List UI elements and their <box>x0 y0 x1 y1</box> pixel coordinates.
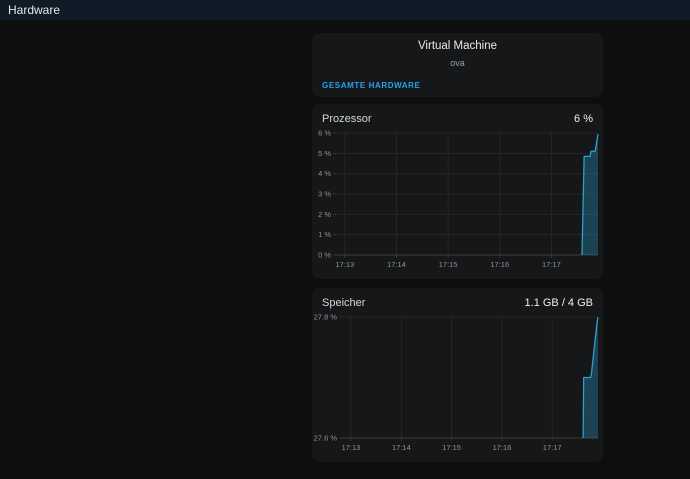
svg-text:2 %: 2 % <box>318 210 331 219</box>
svg-text:4 %: 4 % <box>318 169 331 178</box>
memory-card: Speicher 1.1 GB / 4 GB 27.8 % 27.6 % 17:13… <box>312 288 603 462</box>
processor-card-header: Prozessor 6 % <box>312 104 603 125</box>
svg-text:17:17: 17:17 <box>543 443 562 452</box>
svg-text:17:15: 17:15 <box>439 260 458 269</box>
svg-text:3 %: 3 % <box>318 190 331 199</box>
info-card: Virtual Machine ova GESAMTE HARDWARE <box>312 33 603 97</box>
processor-usage-chart: 6 % 5 % 4 % 3 % 2 % 1 % 0 % 17:13 17:14 17:15 17:1… <box>312 128 603 276</box>
svg-text:27.8 %: 27.8 % <box>314 313 338 322</box>
memory-card-header: Speicher 1.1 GB / 4 GB <box>312 288 603 309</box>
svg-text:5 %: 5 % <box>318 149 331 158</box>
memory-current-value: 1.1 GB / 4 GB <box>525 297 593 309</box>
info-card-title: Virtual Machine <box>312 33 603 52</box>
processor-current-value: 6 % <box>574 113 593 125</box>
svg-text:17:14: 17:14 <box>387 260 406 269</box>
svg-text:1 %: 1 % <box>318 230 331 239</box>
svg-text:17:15: 17:15 <box>442 443 461 452</box>
app-header: Hardware <box>0 0 690 20</box>
svg-text:17:14: 17:14 <box>392 443 411 452</box>
content-column: Virtual Machine ova GESAMTE HARDWARE Pro… <box>312 33 603 462</box>
svg-text:17:16: 17:16 <box>493 443 512 452</box>
svg-text:17:16: 17:16 <box>490 260 509 269</box>
svg-text:17:17: 17:17 <box>542 260 561 269</box>
page-title: Hardware <box>8 3 60 17</box>
processor-card: Prozessor 6 % 6 % 5 % 4 % 3 % 2 % 1 % 0 % 17:13… <box>312 104 603 279</box>
svg-text:0 %: 0 % <box>318 251 331 260</box>
svg-text:6 %: 6 % <box>318 129 331 138</box>
show-all-hardware-button[interactable]: GESAMTE HARDWARE <box>322 81 421 90</box>
memory-card-title: Speicher <box>322 297 365 309</box>
svg-text:17:13: 17:13 <box>342 443 361 452</box>
info-card-subtitle: ova <box>312 58 603 68</box>
svg-text:17:13: 17:13 <box>336 260 355 269</box>
svg-text:27.6 %: 27.6 % <box>314 434 338 443</box>
memory-usage-chart: 27.8 % 27.6 % 17:13 17:14 17:15 17:16 17:17 <box>312 312 603 459</box>
processor-card-title: Prozessor <box>322 113 372 125</box>
